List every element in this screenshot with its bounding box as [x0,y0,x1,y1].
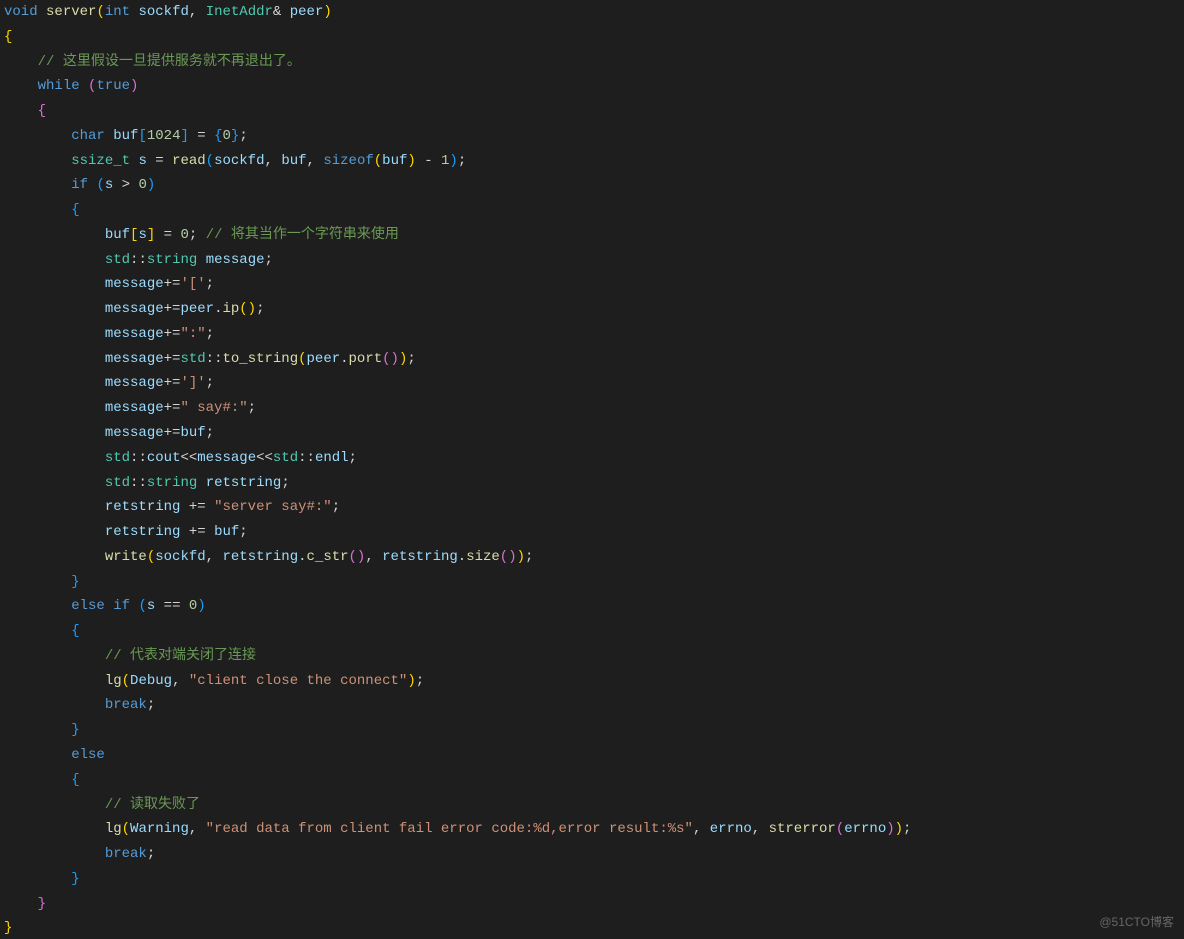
keyword-int: int [105,4,130,20]
watermark: @51CTO博客 [1099,912,1174,933]
brace-open: { [38,103,46,119]
param-peer: peer [290,4,324,20]
code-block: void server(int sockfd, InetAddr& peer) … [0,0,1184,939]
function-name: server [46,4,96,20]
param-sockfd: sockfd [138,4,188,20]
keyword-while: while [38,78,80,94]
type-inetaddr: InetAddr [206,4,273,20]
comment: // 这里假设一旦提供服务就不再退出了。 [38,54,301,70]
brace-open: { [4,29,12,45]
keyword-void: void [4,4,38,20]
